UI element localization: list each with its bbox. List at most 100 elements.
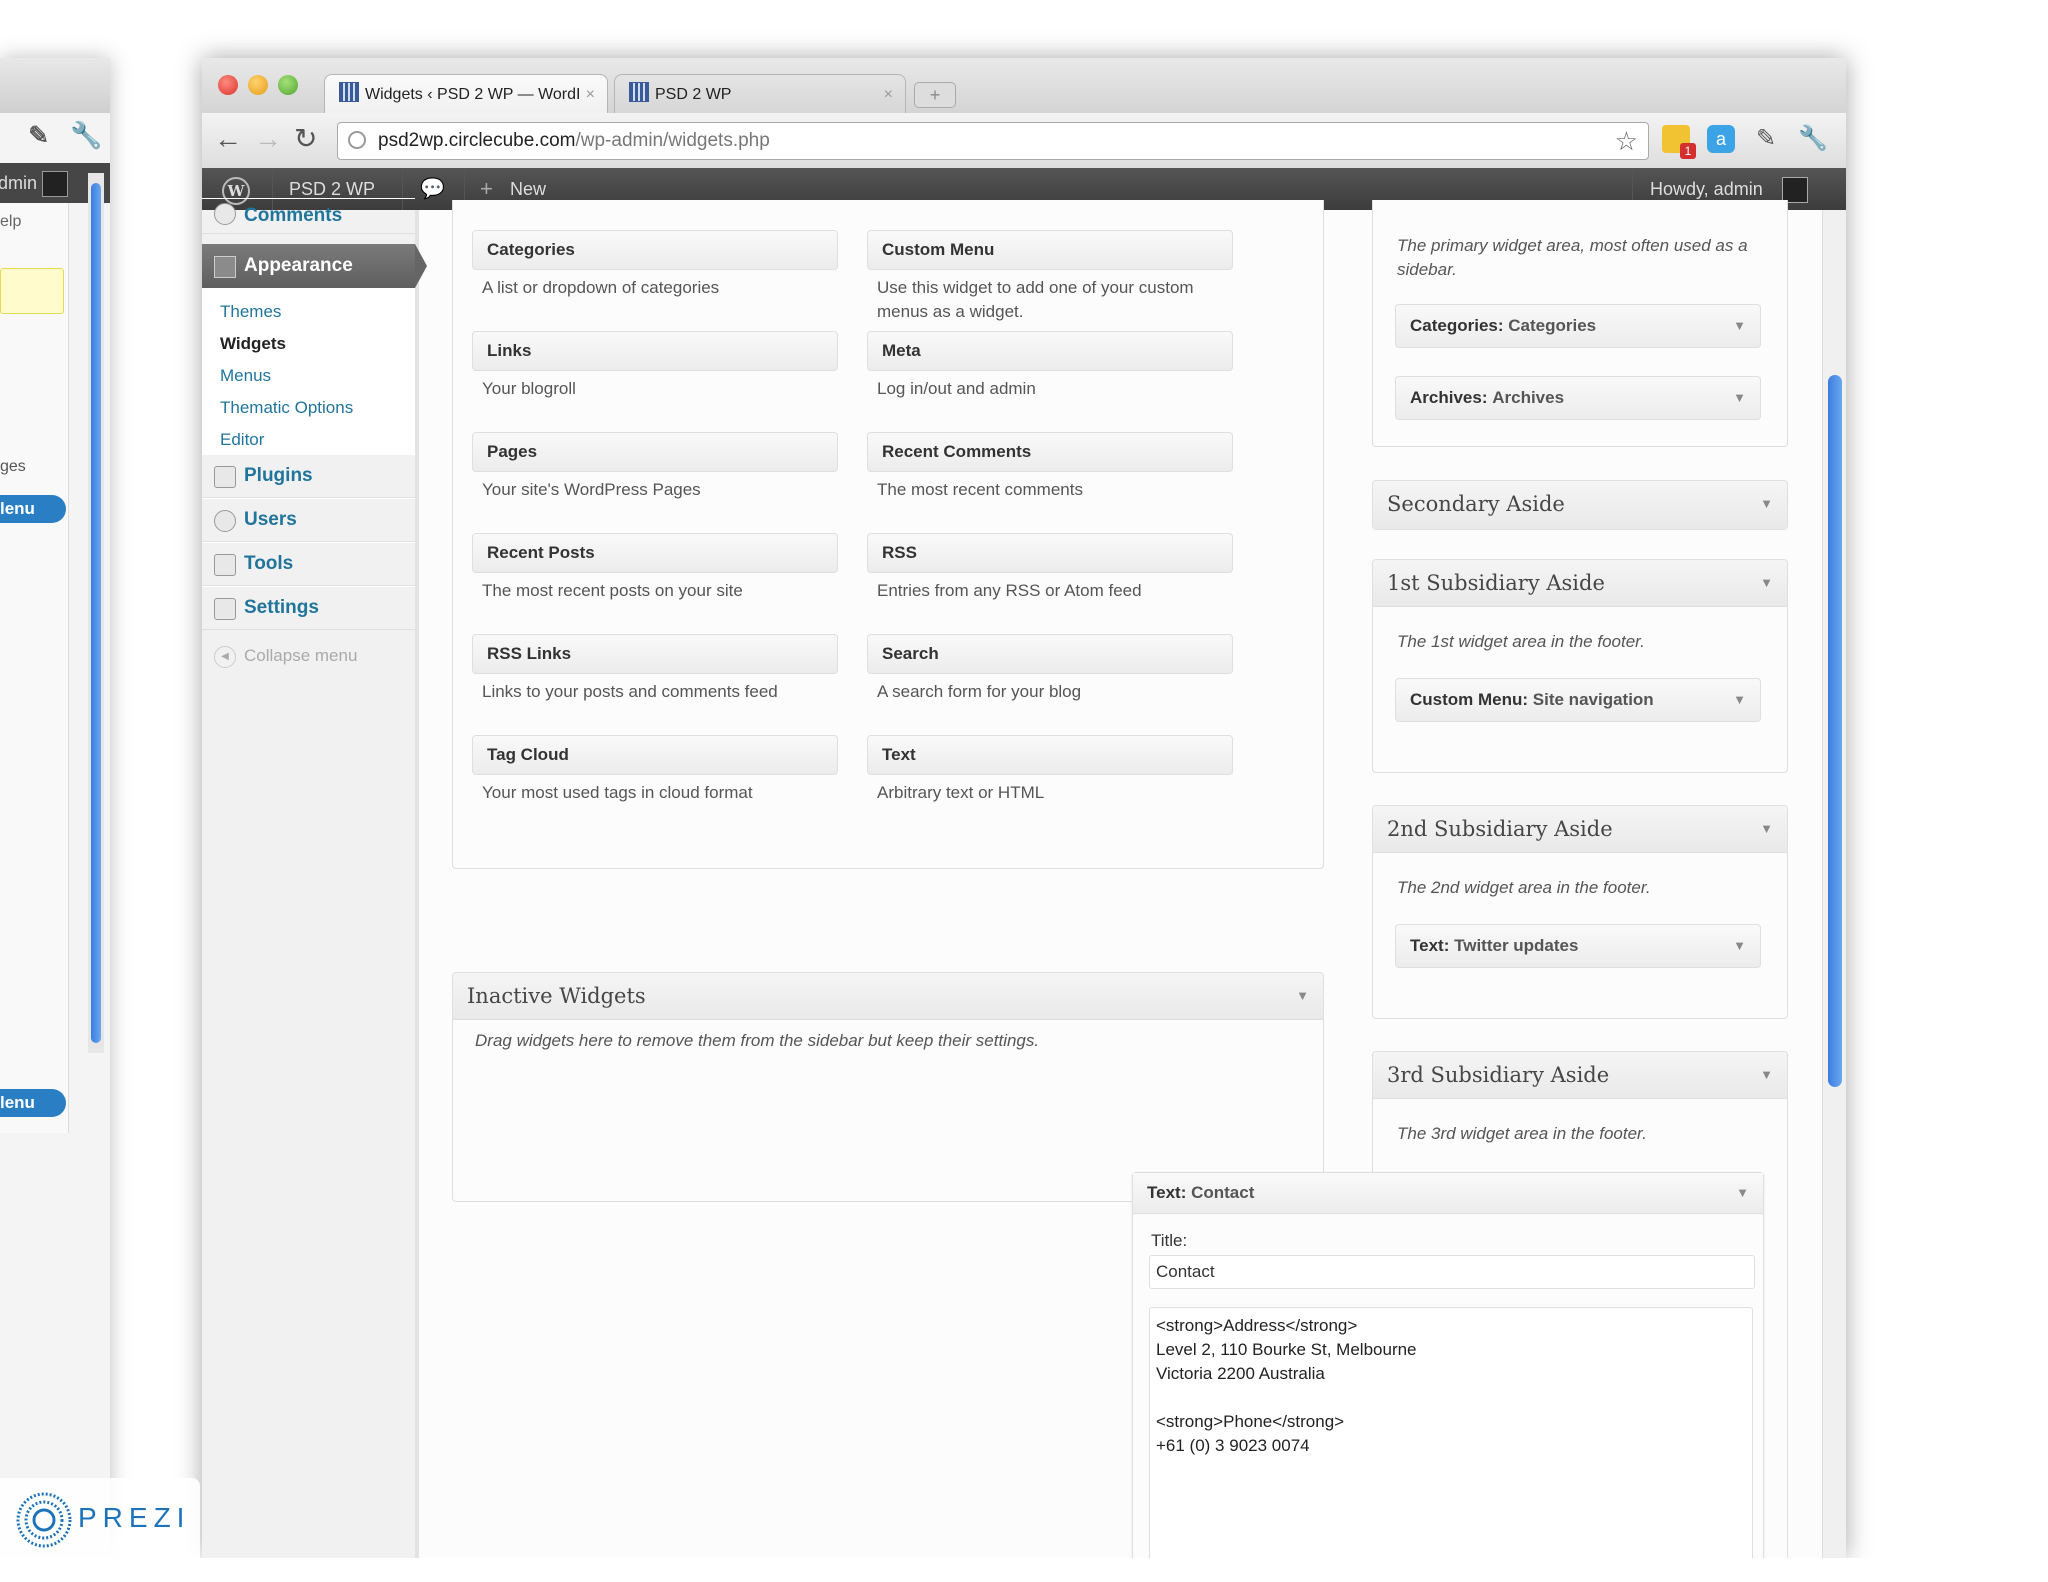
widget-recent-posts[interactable]: Recent Posts xyxy=(472,533,838,573)
widget-title: RSS xyxy=(882,543,917,562)
eyedropper-icon[interactable]: ✎ xyxy=(1752,125,1780,153)
evernote-icon[interactable]: a xyxy=(1707,125,1735,153)
widget-text[interactable]: Text xyxy=(867,735,1233,775)
textarea-line: <strong>Address</strong> xyxy=(1156,1316,1358,1335)
submenu-themes[interactable]: Themes xyxy=(220,302,281,322)
widget-meta[interactable]: Meta xyxy=(867,331,1233,371)
widget-rss[interactable]: RSS xyxy=(867,533,1233,573)
widget-search[interactable]: Search xyxy=(867,634,1233,674)
subsidiary-aside-1-header[interactable]: 1st Subsidiary Aside ▼ xyxy=(1373,560,1787,607)
toggle-arrow-icon[interactable]: ▼ xyxy=(1760,1052,1773,1098)
text-contact-header[interactable]: Text: Contact ▼ xyxy=(1133,1173,1763,1214)
background-admin-text: dmin xyxy=(0,173,38,193)
toggle-arrow-icon[interactable]: ▼ xyxy=(1733,679,1746,721)
subsidiary-aside-2-header[interactable]: 2nd Subsidiary Aside ▼ xyxy=(1373,806,1787,853)
widget-description: Your blogroll xyxy=(482,379,576,398)
widget-description: Entries from any RSS or Atom feed xyxy=(877,581,1142,600)
widget-categories[interactable]: Categories: Categories ▼ xyxy=(1395,304,1761,348)
widget-custom-menu[interactable]: Custom Menu: Site navigation ▼ xyxy=(1395,678,1761,722)
prezi-label: PREZI xyxy=(78,1502,191,1533)
tab-label: PSD 2 WP xyxy=(655,86,732,103)
sidebar-item-label: Appearance xyxy=(244,255,353,276)
sidebar-item-appearance[interactable]: Appearance xyxy=(202,244,427,288)
toggle-arrow-icon[interactable]: ▼ xyxy=(1733,305,1746,347)
sidebar-item-settings[interactable]: Settings xyxy=(202,586,415,630)
submenu-menus[interactable]: Menus xyxy=(220,366,271,386)
minimize-window-icon[interactable] xyxy=(248,75,268,95)
close-window-icon[interactable] xyxy=(218,75,238,95)
inactive-widgets-panel[interactable]: Inactive Widgets ▼ Drag widgets here to … xyxy=(452,972,1324,1202)
toggle-arrow-icon[interactable]: ▼ xyxy=(1733,377,1746,419)
new-tab-button[interactable]: + xyxy=(914,82,956,108)
background-scrollbar[interactable] xyxy=(88,173,104,1053)
widget-description: Log in/out and admin xyxy=(877,379,1036,398)
widget-name: Twitter updates xyxy=(1454,936,1579,955)
submenu-thematic-options[interactable]: Thematic Options xyxy=(220,398,353,418)
browser-window: Widgets ‹ PSD 2 WP — WordI × PSD 2 WP × … xyxy=(202,58,1846,1558)
sidebar-item-plugins[interactable]: Plugins xyxy=(202,454,415,498)
browser-toolbar: ← → ↻ psd2wp.circlecube.com/wp-admin/wid… xyxy=(202,113,1846,169)
zoom-window-icon[interactable] xyxy=(278,75,298,95)
bookmark-star-icon[interactable]: ☆ xyxy=(1615,125,1638,157)
comment-bubble-icon[interactable]: 💬 xyxy=(420,168,445,210)
back-arrow-icon[interactable]: ← xyxy=(214,123,242,155)
sidebar-item-comments[interactable]: Comments xyxy=(202,198,415,234)
widget-description: The most recent comments xyxy=(877,480,1083,499)
secondary-aside-panel[interactable]: Secondary Aside ▼ xyxy=(1372,480,1788,530)
tab-close-icon[interactable]: × xyxy=(586,75,595,115)
widget-recent-comments[interactable]: Recent Comments xyxy=(867,432,1233,472)
scroll-thumb[interactable] xyxy=(91,183,101,1043)
toggle-arrow-icon[interactable]: ▼ xyxy=(1760,806,1773,852)
text-content-textarea[interactable]: <strong>Address</strong> Level 2, 110 Bou… xyxy=(1149,1307,1753,1558)
title-field-input[interactable] xyxy=(1149,1255,1755,1289)
toggle-arrow-icon[interactable]: ▼ xyxy=(1733,925,1746,967)
title-field-label: Title: xyxy=(1151,1231,1188,1250)
submenu-editor[interactable]: Editor xyxy=(220,430,264,450)
tab-widgets[interactable]: Widgets ‹ PSD 2 WP — WordI × xyxy=(324,74,608,114)
text-contact-widget[interactable]: Text: Contact ▼ Title: <strong>Address</… xyxy=(1132,1172,1764,1558)
forward-arrow-icon[interactable]: → xyxy=(254,123,282,155)
inactive-widgets-header[interactable]: Inactive Widgets ▼ xyxy=(453,973,1323,1020)
widget-categories[interactable]: Categories xyxy=(472,230,838,270)
widget-pages[interactable]: Pages xyxy=(472,432,838,472)
title-bar: Widgets ‹ PSD 2 WP — WordI × PSD 2 WP × … xyxy=(202,58,1846,114)
secondary-aside-header[interactable]: Secondary Aside ▼ xyxy=(1373,481,1787,529)
wrench-icon[interactable]: 🔧 xyxy=(70,120,102,151)
toggle-arrow-icon[interactable]: ▼ xyxy=(1736,1173,1749,1213)
widget-type: Custom Menu: xyxy=(1410,690,1529,709)
widget-rss-links[interactable]: RSS Links xyxy=(472,634,838,674)
subsidiary-aside-3-description: The 3rd widget area in the footer. xyxy=(1397,1124,1647,1143)
toggle-arrow-icon[interactable]: ▼ xyxy=(1296,973,1309,1019)
users-icon xyxy=(214,510,236,532)
sidebar-edge xyxy=(415,210,419,1558)
widget-name: Archives xyxy=(1492,388,1565,407)
reload-icon[interactable]: ↻ xyxy=(294,123,317,155)
scroll-thumb[interactable] xyxy=(1828,375,1842,1087)
comments-icon xyxy=(214,203,236,225)
wrench-icon[interactable]: 🔧 xyxy=(1798,125,1828,153)
address-bar[interactable]: psd2wp.circlecube.com/wp-admin/widgets.p… xyxy=(337,122,1649,160)
tab-close-icon[interactable]: × xyxy=(884,75,893,115)
widget-title: Links xyxy=(487,341,532,360)
widget-custom-menu[interactable]: Custom Menu xyxy=(867,230,1233,270)
sidebar-item-users[interactable]: Users xyxy=(202,498,415,542)
collapse-menu-label: Collapse menu xyxy=(244,646,358,665)
subsidiary-aside-3-header[interactable]: 3rd Subsidiary Aside ▼ xyxy=(1373,1052,1787,1099)
sidebar-item-tools[interactable]: Tools xyxy=(202,542,415,586)
toggle-arrow-icon[interactable]: ▼ xyxy=(1760,560,1773,606)
background-titlebar: ✎ xyxy=(0,58,110,150)
widget-archives[interactable]: Archives: Archives ▼ xyxy=(1395,376,1761,420)
menu-pill[interactable]: lenu xyxy=(0,1089,66,1117)
page-bottom-margin xyxy=(0,1558,2048,1582)
menu-pill[interactable]: lenu xyxy=(0,495,66,523)
subsidiary-aside-1-description: The 1st widget area in the footer. xyxy=(1397,632,1645,651)
widget-tag-cloud[interactable]: Tag Cloud xyxy=(472,735,838,775)
eyedropper-icon[interactable]: ✎ xyxy=(28,120,50,151)
submenu-widgets[interactable]: Widgets xyxy=(220,334,286,354)
page-scrollbar[interactable]: ▲ xyxy=(1822,210,1846,1558)
collapse-menu[interactable]: ◀ Collapse menu xyxy=(202,636,415,676)
tab-psd2wp[interactable]: PSD 2 WP × xyxy=(614,74,906,114)
widget-links[interactable]: Links xyxy=(472,331,838,371)
toggle-arrow-icon[interactable]: ▼ xyxy=(1760,481,1773,527)
widget-text-twitter[interactable]: Text: Twitter updates ▼ xyxy=(1395,924,1761,968)
